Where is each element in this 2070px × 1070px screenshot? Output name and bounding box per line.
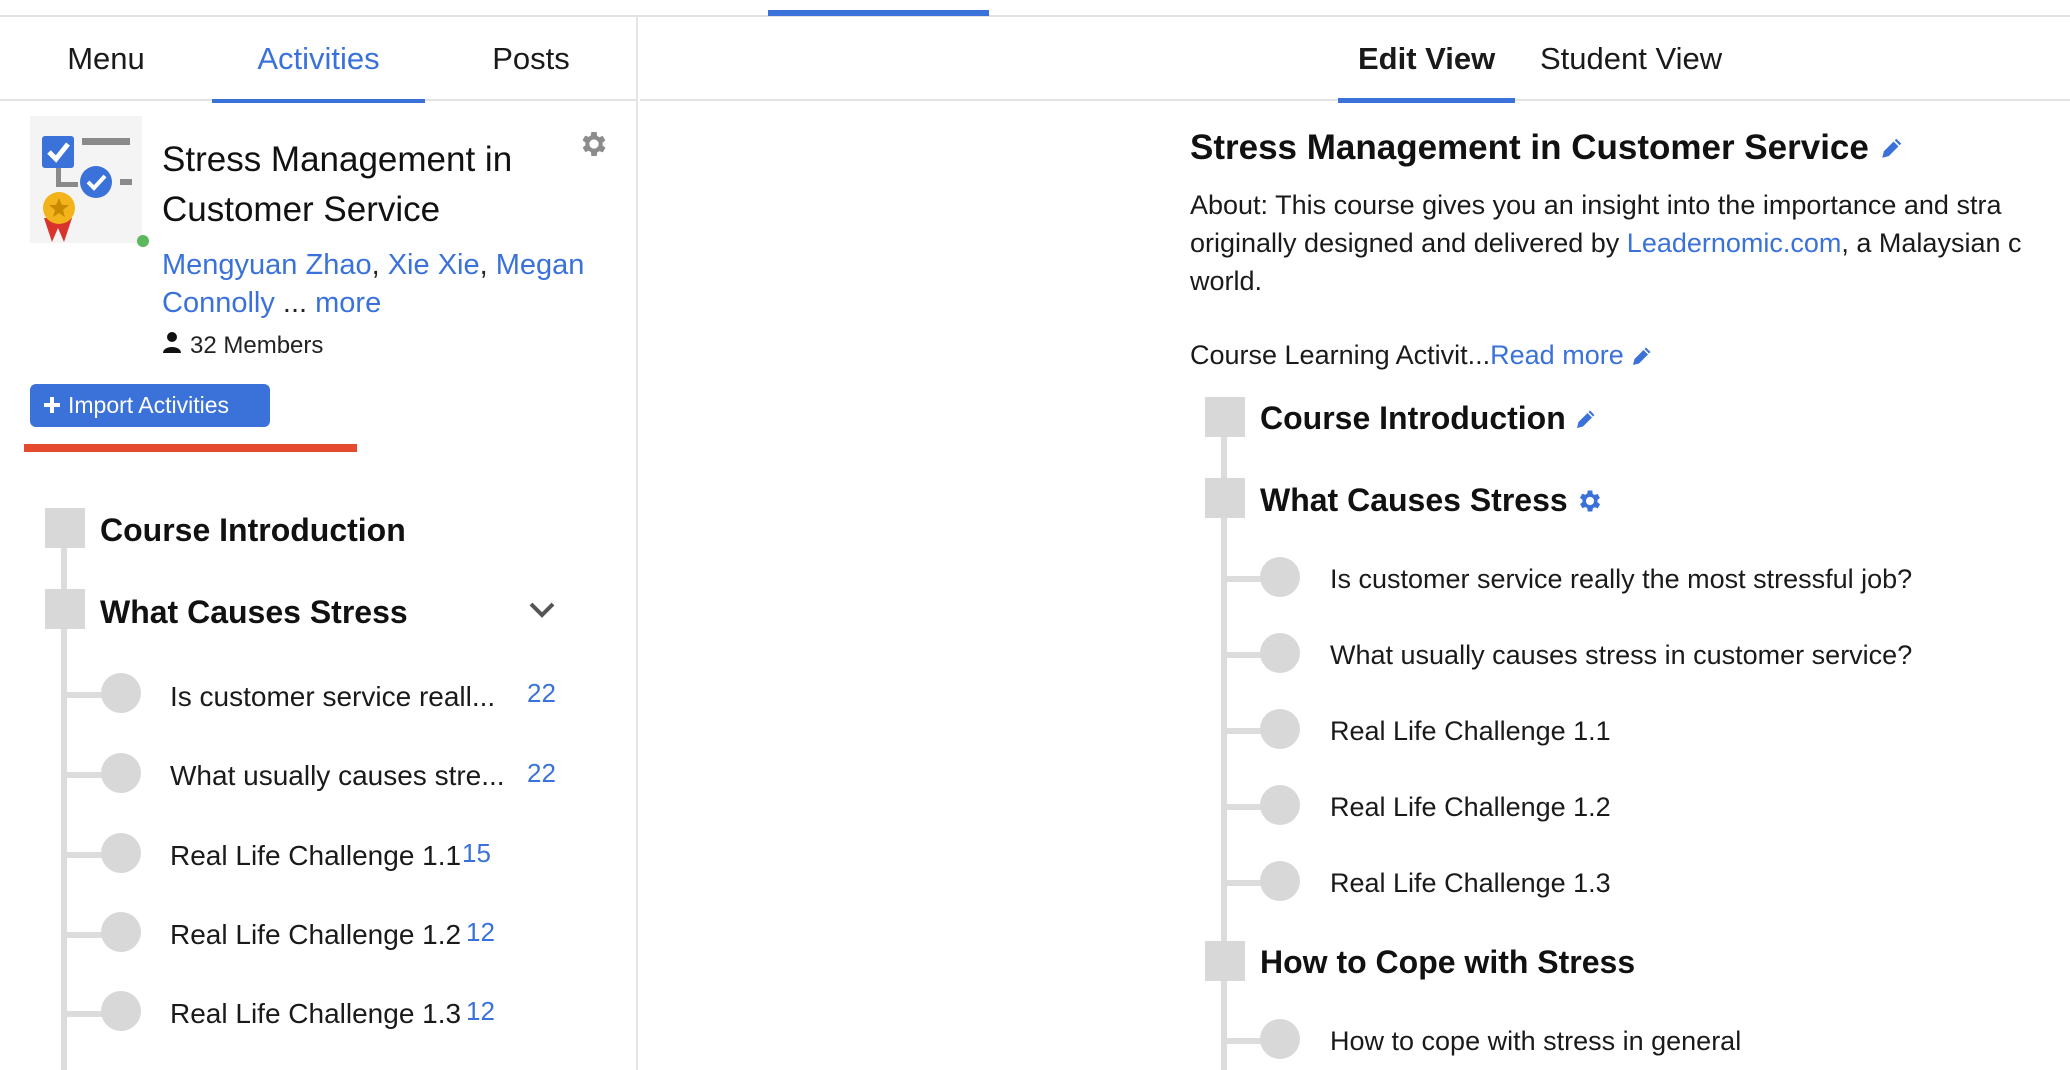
section-marker [1205, 941, 1245, 981]
activity-marker [1260, 709, 1300, 749]
chevron-down-icon[interactable] [528, 600, 556, 625]
course-heading: Stress Management in Customer Service [1190, 128, 1905, 168]
section-course-introduction[interactable]: Course Introduction [1260, 400, 1598, 437]
activity-item[interactable]: Real Life Challenge 1.2 [1330, 792, 1611, 823]
leadernomic-link[interactable]: Leadernomic.com [1627, 228, 1842, 258]
activity-marker [101, 912, 141, 952]
section-marker [45, 508, 85, 548]
about-text: , a Malaysian c [1841, 228, 2022, 258]
members-label: 32 Members [190, 331, 324, 359]
section-title: What Causes Stress [1260, 482, 1568, 518]
tab-activities[interactable]: Activities [212, 17, 425, 103]
top-progress-indicator [768, 10, 989, 16]
members-count[interactable]: 32 Members [162, 331, 323, 360]
gear-icon[interactable] [578, 128, 610, 160]
activity-count[interactable]: 12 [466, 917, 495, 948]
pencil-icon[interactable] [1630, 344, 1654, 368]
about-line: About: This course gives you an insight … [1190, 190, 2002, 220]
activity-item[interactable]: Real Life Challenge 1.1 [170, 840, 470, 872]
plus-icon [44, 392, 60, 419]
section-title-course-introduction[interactable]: Course Introduction [100, 512, 406, 549]
about-text: originally designed and delivered by [1190, 228, 1627, 258]
course-logo [30, 116, 142, 243]
activity-marker [1260, 1019, 1300, 1059]
import-activities-button[interactable]: Import Activities [30, 384, 270, 427]
activity-item[interactable]: Is customer service really the most stre… [1330, 564, 1912, 595]
section-marker [1205, 397, 1245, 437]
top-bar [0, 0, 2070, 17]
activity-marker [101, 833, 141, 873]
activity-marker [1260, 785, 1300, 825]
pencil-icon[interactable] [1879, 135, 1905, 161]
online-status-dot [137, 235, 149, 247]
section-how-to-cope-with-stress[interactable]: How to Cope with Stress [1260, 944, 1635, 981]
authors-ellipsis: ... [282, 287, 308, 319]
activity-item[interactable]: Real Life Challenge 1.3 [1330, 868, 1611, 899]
activity-item[interactable]: What usually causes stress in customer s… [1330, 640, 1912, 671]
about-line: originally designed and delivered by Lea… [1190, 224, 2070, 262]
read-more-link[interactable]: Read more [1490, 340, 1624, 371]
activity-count[interactable]: 12 [466, 996, 495, 1027]
tab-edit-view[interactable]: Edit View [1338, 17, 1516, 103]
activity-marker [1260, 861, 1300, 901]
tab-student-view[interactable]: Student View [1540, 17, 1722, 101]
activity-item[interactable]: Is customer service reall... [170, 681, 510, 713]
highlight-underline [24, 444, 357, 452]
section-title: Course Introduction [1260, 400, 1566, 436]
section-marker [45, 589, 85, 629]
activity-item[interactable]: How to cope with stress in general [1330, 1026, 1741, 1057]
activity-count[interactable]: 15 [462, 838, 491, 869]
activity-marker [101, 673, 141, 713]
author-link[interactable]: Xie Xie [388, 249, 480, 281]
gear-icon[interactable] [1576, 487, 1604, 515]
learning-activities-text: Course Learning Activit... [1190, 340, 1491, 370]
tab-posts[interactable]: Posts [425, 17, 637, 101]
tab-menu[interactable]: Menu [0, 17, 212, 101]
course-learning-activities: Course Learning Activit... Read more [1190, 340, 1654, 371]
person-icon [162, 331, 182, 360]
course-authors: Mengyuan Zhao, Xie Xie, Megan Connolly .… [162, 249, 585, 319]
section-what-causes-stress[interactable]: What Causes Stress [1260, 482, 1604, 519]
activity-item[interactable]: What usually causes stre... [170, 760, 510, 792]
activity-marker [101, 991, 141, 1031]
more-authors-link[interactable]: more [315, 287, 381, 319]
activity-item[interactable]: Real Life Challenge 1.1 [1330, 716, 1611, 747]
section-marker [1205, 478, 1245, 518]
course-title: Stress Management in Customer Service [162, 140, 513, 229]
activity-marker [1260, 557, 1300, 597]
section-title-what-causes-stress[interactable]: What Causes Stress [100, 594, 408, 631]
activity-count[interactable]: 22 [527, 678, 556, 709]
activity-item[interactable]: Real Life Challenge 1.3 [170, 998, 470, 1030]
course-heading-text: Stress Management in Customer Service [1190, 128, 1869, 167]
course-about: About: This course gives you an insight … [1190, 186, 2070, 300]
left-tabs: Menu Activities Posts [0, 17, 637, 103]
activity-count[interactable]: 22 [527, 758, 556, 789]
activity-marker [101, 753, 141, 793]
import-activities-label: Import Activities [68, 392, 230, 418]
view-tabs: Edit View Student View [640, 17, 2070, 103]
activity-marker [1260, 633, 1300, 673]
activity-item[interactable]: Real Life Challenge 1.2 [170, 919, 470, 951]
author-link[interactable]: Mengyuan Zhao [162, 249, 372, 281]
about-line: world. [1190, 266, 1263, 296]
pencil-icon[interactable] [1574, 407, 1598, 431]
